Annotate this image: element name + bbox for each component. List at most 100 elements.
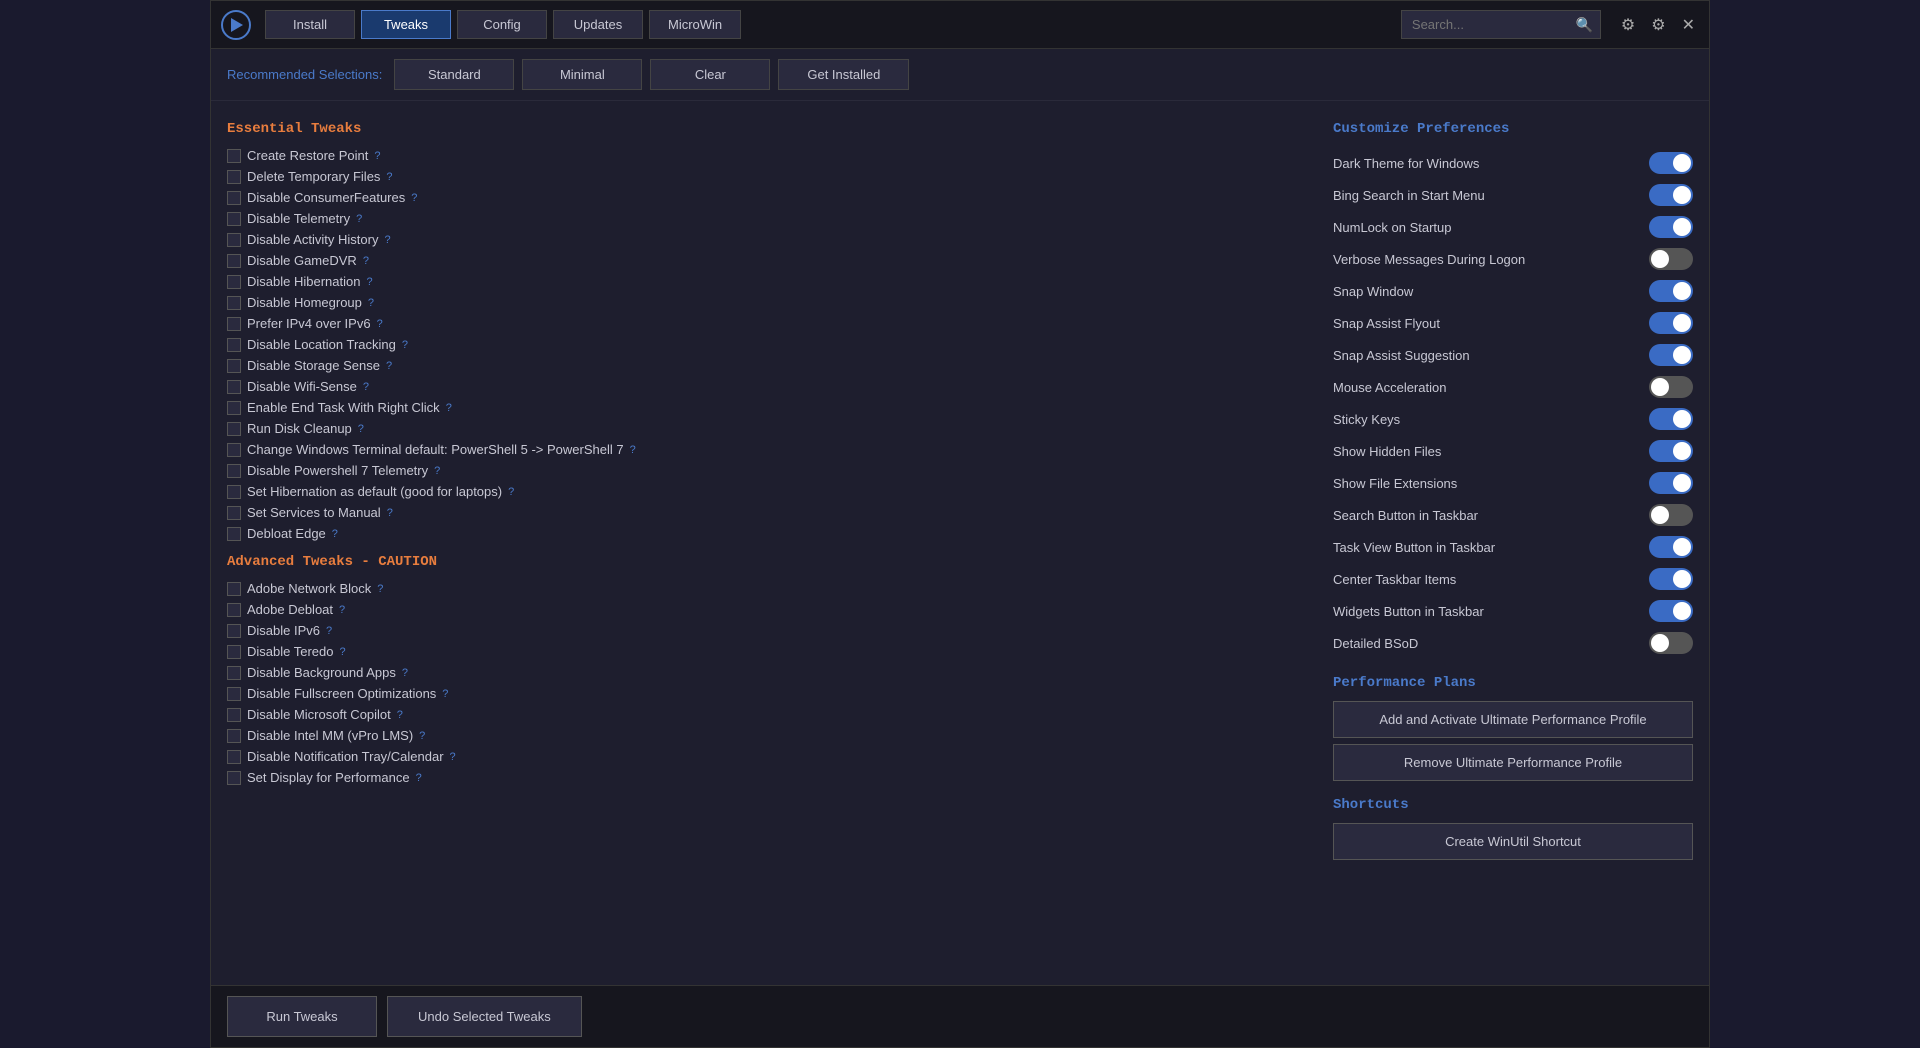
toggle-track-2[interactable] <box>1649 216 1693 238</box>
run-tweaks-button[interactable]: Run Tweaks <box>227 996 377 1037</box>
tweak-disable-ipv6[interactable]: Disable IPv6 ? <box>227 620 1303 641</box>
tweak-checkbox[interactable] <box>227 317 241 331</box>
toggle-12[interactable] <box>1649 536 1693 558</box>
toggle-7[interactable] <box>1649 376 1693 398</box>
tweak-checkbox[interactable] <box>227 170 241 184</box>
tweak-checkbox[interactable] <box>227 443 241 457</box>
tweak-help-icon[interactable]: ? <box>411 192 417 204</box>
tweak-checkbox[interactable] <box>227 624 241 638</box>
toggle-track-4[interactable] <box>1649 280 1693 302</box>
tweak-help-icon[interactable]: ? <box>416 772 422 784</box>
rec-get-installed[interactable]: Get Installed <box>778 59 909 90</box>
tweak-help-icon[interactable]: ? <box>419 730 425 742</box>
tweak-delete-temp[interactable]: Delete Temporary Files ? <box>227 166 1303 187</box>
toggle-4[interactable] <box>1649 280 1693 302</box>
toggle-track-13[interactable] <box>1649 568 1693 590</box>
close-button[interactable]: ✕ <box>1678 11 1699 39</box>
toggle-10[interactable] <box>1649 472 1693 494</box>
tweak-disable-storage[interactable]: Disable Storage Sense ? <box>227 355 1303 376</box>
tweak-display-performance[interactable]: Set Display for Performance ? <box>227 767 1303 788</box>
tweak-adobe-network[interactable]: Adobe Network Block ? <box>227 578 1303 599</box>
tweak-prefer-ipv4[interactable]: Prefer IPv4 over IPv6 ? <box>227 313 1303 334</box>
tweak-disable-wifi[interactable]: Disable Wifi-Sense ? <box>227 376 1303 397</box>
tweak-services-manual[interactable]: Set Services to Manual ? <box>227 502 1303 523</box>
search-input[interactable] <box>1401 10 1601 39</box>
tweak-checkbox[interactable] <box>227 771 241 785</box>
toggle-13[interactable] <box>1649 568 1693 590</box>
toggle-6[interactable] <box>1649 344 1693 366</box>
tweak-checkbox[interactable] <box>227 233 241 247</box>
toggle-track-15[interactable] <box>1649 632 1693 654</box>
tweak-help-icon[interactable]: ? <box>363 255 369 267</box>
tweak-checkbox[interactable] <box>227 338 241 352</box>
toggle-5[interactable] <box>1649 312 1693 334</box>
create-shortcut-button[interactable]: Create WinUtil Shortcut <box>1333 823 1693 860</box>
tweak-checkbox[interactable] <box>227 582 241 596</box>
tweak-help-icon[interactable]: ? <box>356 213 362 225</box>
tweak-disable-gamedvr[interactable]: Disable GameDVR ? <box>227 250 1303 271</box>
add-ultimate-profile-button[interactable]: Add and Activate Ultimate Performance Pr… <box>1333 701 1693 738</box>
tweak-checkbox[interactable] <box>227 380 241 394</box>
toggle-track-0[interactable] <box>1649 152 1693 174</box>
tweak-disable-notif[interactable]: Disable Notification Tray/Calendar ? <box>227 746 1303 767</box>
rec-standard[interactable]: Standard <box>394 59 514 90</box>
toggle-track-9[interactable] <box>1649 440 1693 462</box>
tweak-ps7-telemetry[interactable]: Disable Powershell 7 Telemetry ? <box>227 460 1303 481</box>
tweak-help-icon[interactable]: ? <box>326 625 332 637</box>
toggle-track-12[interactable] <box>1649 536 1693 558</box>
toggle-track-3[interactable] <box>1649 248 1693 270</box>
tweak-checkbox[interactable] <box>227 254 241 268</box>
tweak-end-task[interactable]: Enable End Task With Right Click ? <box>227 397 1303 418</box>
tweak-help-icon[interactable]: ? <box>434 465 440 477</box>
tweak-help-icon[interactable]: ? <box>387 507 393 519</box>
settings-button-2[interactable]: ⚙ <box>1647 11 1669 39</box>
tweak-help-icon[interactable]: ? <box>374 150 380 162</box>
toggle-11[interactable] <box>1649 504 1693 526</box>
tweak-checkbox[interactable] <box>227 708 241 722</box>
toggle-track-8[interactable] <box>1649 408 1693 430</box>
tweak-help-icon[interactable]: ? <box>358 423 364 435</box>
tweak-help-icon[interactable]: ? <box>386 171 392 183</box>
tweak-help-icon[interactable]: ? <box>402 339 408 351</box>
tweak-disable-telemetry[interactable]: Disable Telemetry ? <box>227 208 1303 229</box>
tweak-checkbox[interactable] <box>227 506 241 520</box>
tweak-help-icon[interactable]: ? <box>384 234 390 246</box>
tweak-help-icon[interactable]: ? <box>630 444 636 456</box>
tweak-help-icon[interactable]: ? <box>366 276 372 288</box>
tweak-checkbox[interactable] <box>227 401 241 415</box>
tweak-checkbox[interactable] <box>227 750 241 764</box>
toggle-15[interactable] <box>1649 632 1693 654</box>
tweak-disable-intel-mm[interactable]: Disable Intel MM (vPro LMS) ? <box>227 725 1303 746</box>
toggle-9[interactable] <box>1649 440 1693 462</box>
tweak-disable-consumer[interactable]: Disable ConsumerFeatures ? <box>227 187 1303 208</box>
tweak-checkbox[interactable] <box>227 603 241 617</box>
tweak-disk-cleanup[interactable]: Run Disk Cleanup ? <box>227 418 1303 439</box>
toggle-14[interactable] <box>1649 600 1693 622</box>
tweak-terminal-default[interactable]: Change Windows Terminal default: PowerSh… <box>227 439 1303 460</box>
tweak-help-icon[interactable]: ? <box>332 528 338 540</box>
tweak-checkbox[interactable] <box>227 645 241 659</box>
toggle-track-10[interactable] <box>1649 472 1693 494</box>
tweak-help-icon[interactable]: ? <box>377 318 383 330</box>
tweak-help-icon[interactable]: ? <box>339 646 345 658</box>
toggle-2[interactable] <box>1649 216 1693 238</box>
tweak-help-icon[interactable]: ? <box>402 667 408 679</box>
tweak-help-icon[interactable]: ? <box>442 688 448 700</box>
tweak-help-icon[interactable]: ? <box>363 381 369 393</box>
tweak-checkbox[interactable] <box>227 687 241 701</box>
tweak-checkbox[interactable] <box>227 485 241 499</box>
tweak-disable-homegroup[interactable]: Disable Homegroup ? <box>227 292 1303 313</box>
rec-clear[interactable]: Clear <box>650 59 770 90</box>
tweak-disable-teredo[interactable]: Disable Teredo ? <box>227 641 1303 662</box>
toggle-track-1[interactable] <box>1649 184 1693 206</box>
rec-minimal[interactable]: Minimal <box>522 59 642 90</box>
settings-button-1[interactable]: ⚙ <box>1617 11 1639 39</box>
remove-ultimate-profile-button[interactable]: Remove Ultimate Performance Profile <box>1333 744 1693 781</box>
tweak-adobe-debloat[interactable]: Adobe Debloat ? <box>227 599 1303 620</box>
toggle-3[interactable] <box>1649 248 1693 270</box>
tweak-checkbox[interactable] <box>227 464 241 478</box>
tweak-help-icon[interactable]: ? <box>450 751 456 763</box>
nav-microwin[interactable]: MicroWin <box>649 10 741 39</box>
tweak-create-restore-point[interactable]: Create Restore Point ? <box>227 145 1303 166</box>
undo-tweaks-button[interactable]: Undo Selected Tweaks <box>387 996 582 1037</box>
